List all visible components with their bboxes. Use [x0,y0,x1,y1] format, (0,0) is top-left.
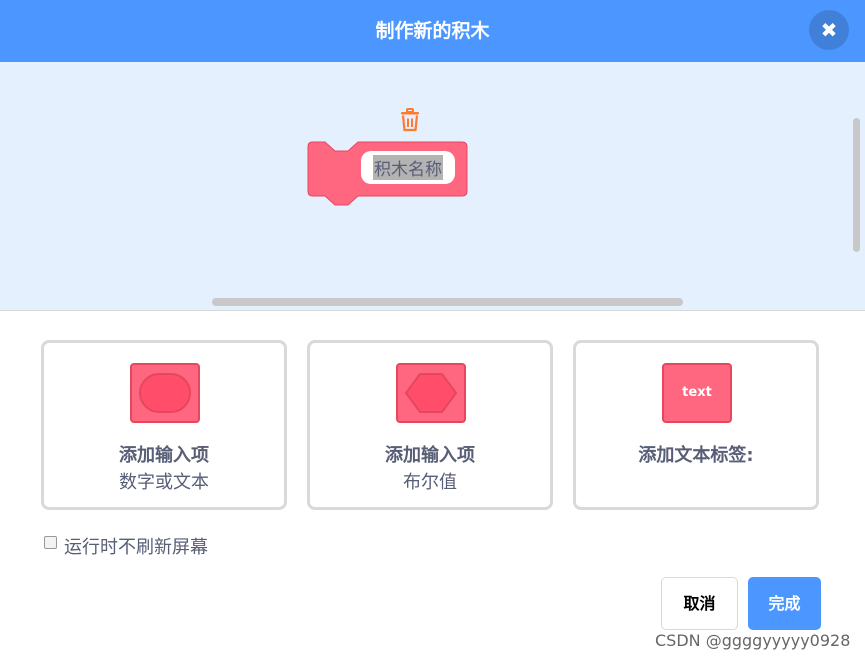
run-without-refresh-label[interactable]: 运行时不刷新屏幕 [64,533,208,559]
watermark: CSDN @ggggyyyyy0928 [655,631,851,650]
block-name-text: 积木名称 [373,155,443,180]
add-number-text-input-button[interactable]: 添加输入项 数字或文本 [41,340,287,510]
add-text-label-button[interactable]: text 添加文本标签: [573,340,819,510]
cancel-button[interactable]: 取消 [661,577,738,630]
ok-button[interactable]: 完成 [748,577,821,630]
text-label-icon-text: text [682,385,712,400]
text-label-icon: text [662,363,732,423]
card-subtitle: 数字或文本 [119,472,209,493]
rounded-input-icon [130,363,200,423]
dialog-title: 制作新的积木 [375,20,490,42]
boolean-input-icon [396,363,466,423]
close-button[interactable]: ✖ [809,10,849,50]
card-title: 添加文本标签: [638,445,754,466]
card-subtitle: 布尔值 [403,472,457,493]
vertical-scrollbar[interactable] [853,118,860,252]
card-title: 添加输入项 [385,445,475,466]
trash-icon[interactable] [399,108,421,132]
horizontal-scrollbar[interactable] [212,298,683,306]
dialog-header: 制作新的积木 ✖ [0,0,865,62]
block-name-input[interactable]: 积木名称 [361,151,455,184]
card-title: 添加输入项 [119,445,209,466]
add-boolean-input-button[interactable]: 添加输入项 布尔值 [307,340,553,510]
run-without-refresh-checkbox[interactable] [44,536,57,549]
close-icon: ✖ [820,18,838,42]
